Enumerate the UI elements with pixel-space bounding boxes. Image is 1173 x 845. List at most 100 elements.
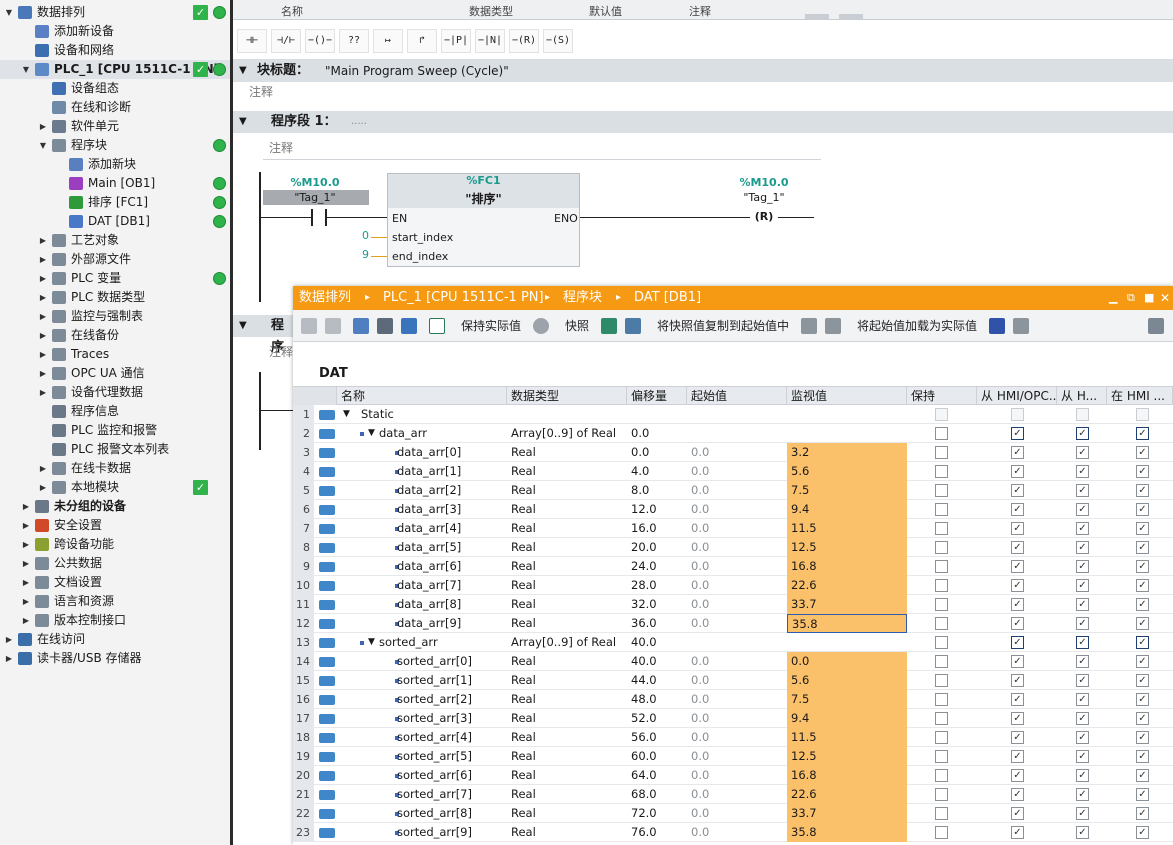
data-type[interactable]: Real bbox=[511, 804, 627, 823]
data-type[interactable]: Real bbox=[511, 462, 627, 481]
tree-item[interactable]: ▶ 设备代理数据 bbox=[0, 383, 230, 402]
collapsed-icon[interactable]: ▶ bbox=[38, 478, 48, 497]
hmi-access-checkbox[interactable]: ✓ bbox=[1011, 788, 1024, 801]
download-icon[interactable] bbox=[625, 318, 641, 334]
variable-name[interactable]: data_arr[3] bbox=[397, 500, 517, 519]
hmi-visible-checkbox[interactable]: ✓ bbox=[1136, 826, 1149, 839]
retain-checkbox[interactable] bbox=[935, 712, 948, 725]
row-number[interactable]: 18 bbox=[293, 728, 314, 747]
variable-name[interactable]: data_arr[5] bbox=[397, 538, 517, 557]
hmi-write-checkbox[interactable]: ✓ bbox=[1076, 465, 1089, 478]
hmi-write-checkbox[interactable]: ✓ bbox=[1076, 484, 1089, 497]
variable-name[interactable]: sorted_arr[7] bbox=[397, 785, 517, 804]
data-type[interactable]: Real bbox=[511, 557, 627, 576]
start-value[interactable]: 0.0 bbox=[691, 481, 781, 500]
hmi-visible-checkbox[interactable]: ✓ bbox=[1136, 465, 1149, 478]
db-table-row[interactable]: 5 data_arr[2] Real 8.0 0.0 7.5 ✓ ✓ ✓ bbox=[293, 481, 1173, 500]
row-number[interactable]: 7 bbox=[293, 519, 314, 538]
tree-item[interactable]: ▶ 工艺对象 bbox=[0, 231, 230, 250]
retain-checkbox[interactable] bbox=[935, 503, 948, 516]
tree-item[interactable]: 设备和网络 bbox=[0, 41, 230, 60]
row-number[interactable]: 2 bbox=[293, 424, 314, 443]
hmi-access-checkbox[interactable]: ✓ bbox=[1011, 769, 1024, 782]
hmi-access-checkbox[interactable]: ✓ bbox=[1011, 712, 1024, 725]
row-number[interactable]: 12 bbox=[293, 614, 314, 633]
hmi-visible-checkbox[interactable]: ✓ bbox=[1136, 617, 1149, 630]
hmi-write-checkbox[interactable]: ✓ bbox=[1076, 674, 1089, 687]
expanded-icon[interactable]: ▼ bbox=[368, 633, 378, 652]
start-value[interactable]: 0.0 bbox=[691, 652, 781, 671]
tree-item[interactable]: ▶ 外部源文件 bbox=[0, 250, 230, 269]
retain-checkbox[interactable] bbox=[935, 731, 948, 744]
variable-name[interactable]: data_arr[1] bbox=[397, 462, 517, 481]
hmi-write-checkbox[interactable]: ✓ bbox=[1076, 807, 1089, 820]
coil-address[interactable]: %M10.0 bbox=[728, 176, 800, 189]
hmi-visible-checkbox[interactable]: ✓ bbox=[1136, 712, 1149, 725]
expanded-icon[interactable]: ▼ bbox=[368, 424, 378, 443]
retain-checkbox[interactable] bbox=[935, 579, 948, 592]
collapsed-icon[interactable]: ▶ bbox=[38, 459, 48, 478]
hmi-visible-checkbox[interactable]: ✓ bbox=[1136, 636, 1149, 649]
row-number[interactable]: 11 bbox=[293, 595, 314, 614]
tree-item[interactable]: 添加新设备 bbox=[0, 22, 230, 41]
tree-item[interactable]: ▶ 在线卡数据 bbox=[0, 459, 230, 478]
row-number[interactable]: 14 bbox=[293, 652, 314, 671]
retain-checkbox[interactable] bbox=[935, 484, 948, 497]
tree-item[interactable]: ▶ OPC UA 通信 bbox=[0, 364, 230, 383]
variable-name[interactable]: sorted_arr[6] bbox=[397, 766, 517, 785]
row-number[interactable]: 15 bbox=[293, 671, 314, 690]
tree-item[interactable]: ▶ 跨设备功能 bbox=[0, 535, 230, 554]
retain-checkbox[interactable] bbox=[935, 446, 948, 459]
row-number[interactable]: 13 bbox=[293, 633, 314, 652]
copy-icon[interactable] bbox=[801, 318, 817, 334]
block-title-value[interactable]: "Main Program Sweep (Cycle)" bbox=[325, 60, 509, 82]
hmi-write-checkbox[interactable]: ✓ bbox=[1076, 636, 1089, 649]
retain-checkbox[interactable] bbox=[935, 598, 948, 611]
hmi-access-checkbox[interactable]: ✓ bbox=[1011, 750, 1024, 763]
hmi-visible-checkbox[interactable]: ✓ bbox=[1136, 598, 1149, 611]
retain-checkbox[interactable] bbox=[935, 465, 948, 478]
db-table-row[interactable]: 11 data_arr[8] Real 32.0 0.0 33.7 ✓ ✓ ✓ bbox=[293, 595, 1173, 614]
hmi-access-checkbox[interactable]: ✓ bbox=[1011, 826, 1024, 839]
row-number[interactable]: 16 bbox=[293, 690, 314, 709]
expanded-icon[interactable]: ▼ bbox=[21, 60, 31, 79]
retain-checkbox[interactable] bbox=[935, 693, 948, 706]
variable-name[interactable]: data_arr[7] bbox=[397, 576, 517, 595]
variable-name[interactable]: data_arr bbox=[379, 424, 499, 443]
hmi-visible-checkbox[interactable]: ✓ bbox=[1136, 446, 1149, 459]
tree-item[interactable]: ▶ 软件单元 bbox=[0, 117, 230, 136]
tree-item[interactable]: ▶ PLC 变量 bbox=[0, 269, 230, 288]
tree-item[interactable]: 在线和诊断 bbox=[0, 98, 230, 117]
hmi-write-checkbox[interactable]: ✓ bbox=[1076, 446, 1089, 459]
db-icon[interactable] bbox=[533, 318, 549, 334]
tree-item[interactable]: ▶ 语言和资源 bbox=[0, 592, 230, 611]
copy-snapshot-button[interactable]: 将快照值复制到起始值中 bbox=[657, 318, 789, 334]
retain-checkbox[interactable] bbox=[935, 674, 948, 687]
data-type[interactable]: Real bbox=[511, 538, 627, 557]
coil-button[interactable]: −()− bbox=[305, 29, 335, 53]
hmi-access-checkbox[interactable]: ✓ bbox=[1011, 541, 1024, 554]
db-window-titlebar[interactable]: 数据排列 ▸ PLC_1 [CPU 1511C-1 PN] ▸ 程序块 ▸ DA… bbox=[293, 286, 1173, 310]
hmi-access-checkbox[interactable]: ✓ bbox=[1011, 446, 1024, 459]
db-table-row[interactable]: 9 data_arr[6] Real 24.0 0.0 16.8 ✓ ✓ ✓ bbox=[293, 557, 1173, 576]
hmi-write-checkbox[interactable]: ✓ bbox=[1076, 731, 1089, 744]
row-number[interactable]: 3 bbox=[293, 443, 314, 462]
tree-item[interactable]: ▼ PLC_1 [CPU 1511C-1 PN] ✓ bbox=[0, 60, 230, 79]
start-value[interactable]: 0.0 bbox=[691, 671, 781, 690]
data-type[interactable]: Real bbox=[511, 690, 627, 709]
start-value[interactable]: 0.0 bbox=[691, 462, 781, 481]
hmi-access-checkbox[interactable]: ✓ bbox=[1011, 503, 1024, 516]
tree-item[interactable]: 添加新块 bbox=[0, 155, 230, 174]
contact-tag[interactable]: "Tag_1" bbox=[279, 191, 351, 204]
expanded-icon[interactable]: ▼ bbox=[343, 405, 353, 424]
data-type[interactable]: Real bbox=[511, 728, 627, 747]
block-comment[interactable]: 注释 bbox=[249, 83, 273, 100]
retain-checkbox[interactable] bbox=[935, 541, 948, 554]
hmi-visible-checkbox[interactable]: ✓ bbox=[1136, 522, 1149, 535]
hmi-visible-checkbox[interactable]: ✓ bbox=[1136, 674, 1149, 687]
hmi-visible-checkbox[interactable]: ✓ bbox=[1136, 579, 1149, 592]
hmi-write-checkbox[interactable]: ✓ bbox=[1076, 826, 1089, 839]
hmi-write-checkbox[interactable]: ✓ bbox=[1076, 598, 1089, 611]
minimize-icon[interactable]: ▁ bbox=[1109, 286, 1117, 310]
variable-name[interactable]: data_arr[8] bbox=[397, 595, 517, 614]
